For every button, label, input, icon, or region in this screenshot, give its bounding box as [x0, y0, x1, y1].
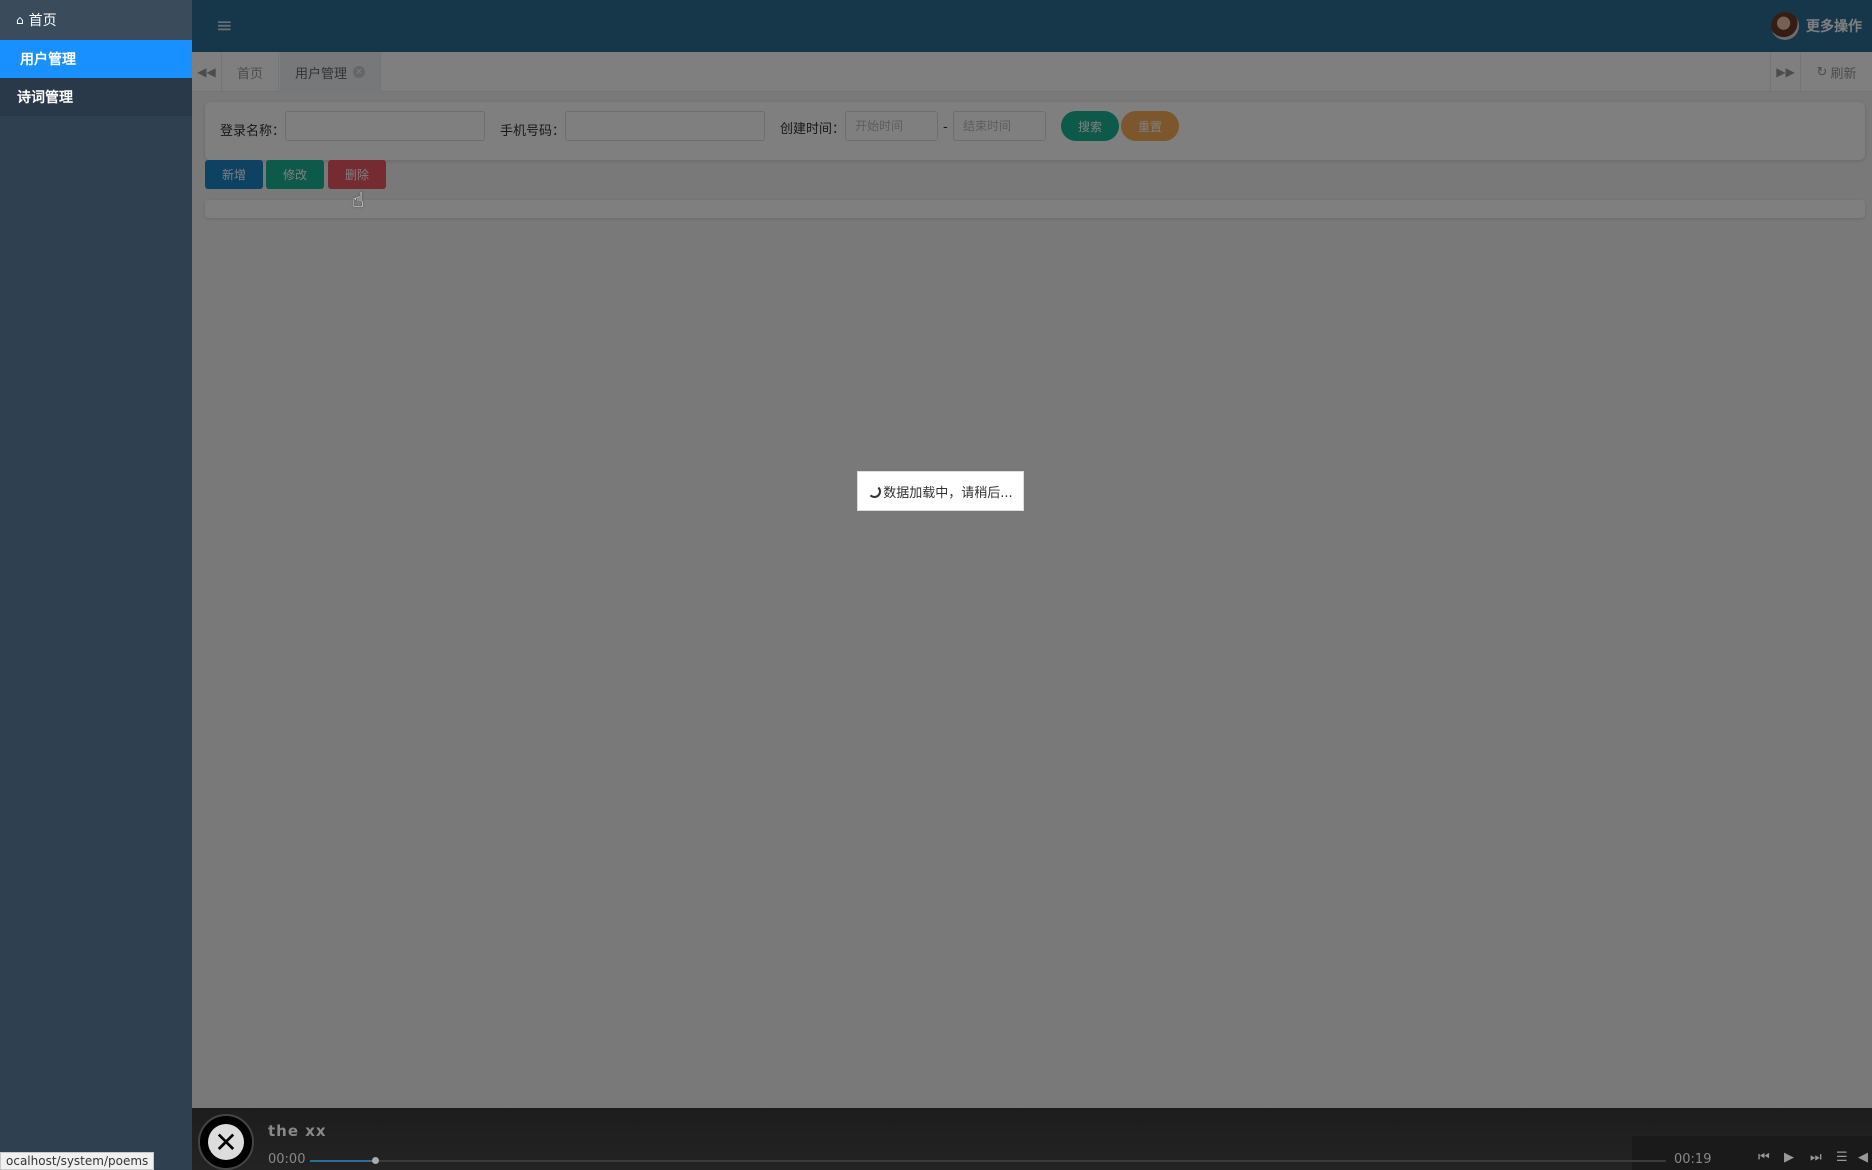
loading-text: 数据加载中，请稍后... [883, 485, 1013, 501]
progress-fill [310, 1157, 380, 1164]
sidebar: ⌂ 首页 用户管理 诗词管理 [0, 0, 192, 1170]
spinner-icon [868, 484, 882, 498]
status-url: ocalhost/system/poems [0, 1152, 155, 1170]
next-icon[interactable]: ⏭ [1810, 1150, 1822, 1165]
play-icon[interactable]: ▶ [1784, 1150, 1794, 1165]
time-total: 00:19 [1674, 1152, 1712, 1167]
sidebar-item-user-management[interactable]: 用户管理 [0, 40, 192, 78]
previous-icon[interactable]: ⏮ [1758, 1150, 1770, 1165]
close-player-button[interactable]: ✕ [198, 1114, 254, 1170]
hand-pointer-icon: ☝ [352, 188, 365, 212]
volume-icon[interactable]: ◀ [1858, 1150, 1868, 1165]
home-icon: ⌂ [16, 13, 24, 27]
sidebar-item-poem-management[interactable]: 诗词管理 [0, 78, 192, 116]
time-current: 00:00 [268, 1152, 306, 1167]
progress-bar[interactable] [310, 1157, 1666, 1164]
progress-handle[interactable] [372, 1157, 380, 1164]
sidebar-item-label: 用户管理 [20, 52, 76, 68]
loading-overlay [192, 0, 1872, 1108]
loading-message: 数据加载中，请稍后... [857, 471, 1024, 511]
sidebar-home-label: 首页 [28, 13, 57, 29]
sidebar-item-label: 诗词管理 [17, 90, 73, 106]
music-player: ✕ the xx 00:00 00:19 ⏮ ▶ ⏭ ☰ ◀ [192, 1108, 1872, 1170]
playlist-icon[interactable]: ☰ [1836, 1150, 1848, 1165]
close-icon: ✕ [208, 1124, 244, 1160]
sidebar-home[interactable]: ⌂ 首页 [0, 0, 192, 40]
track-title: the xx [268, 1122, 327, 1140]
